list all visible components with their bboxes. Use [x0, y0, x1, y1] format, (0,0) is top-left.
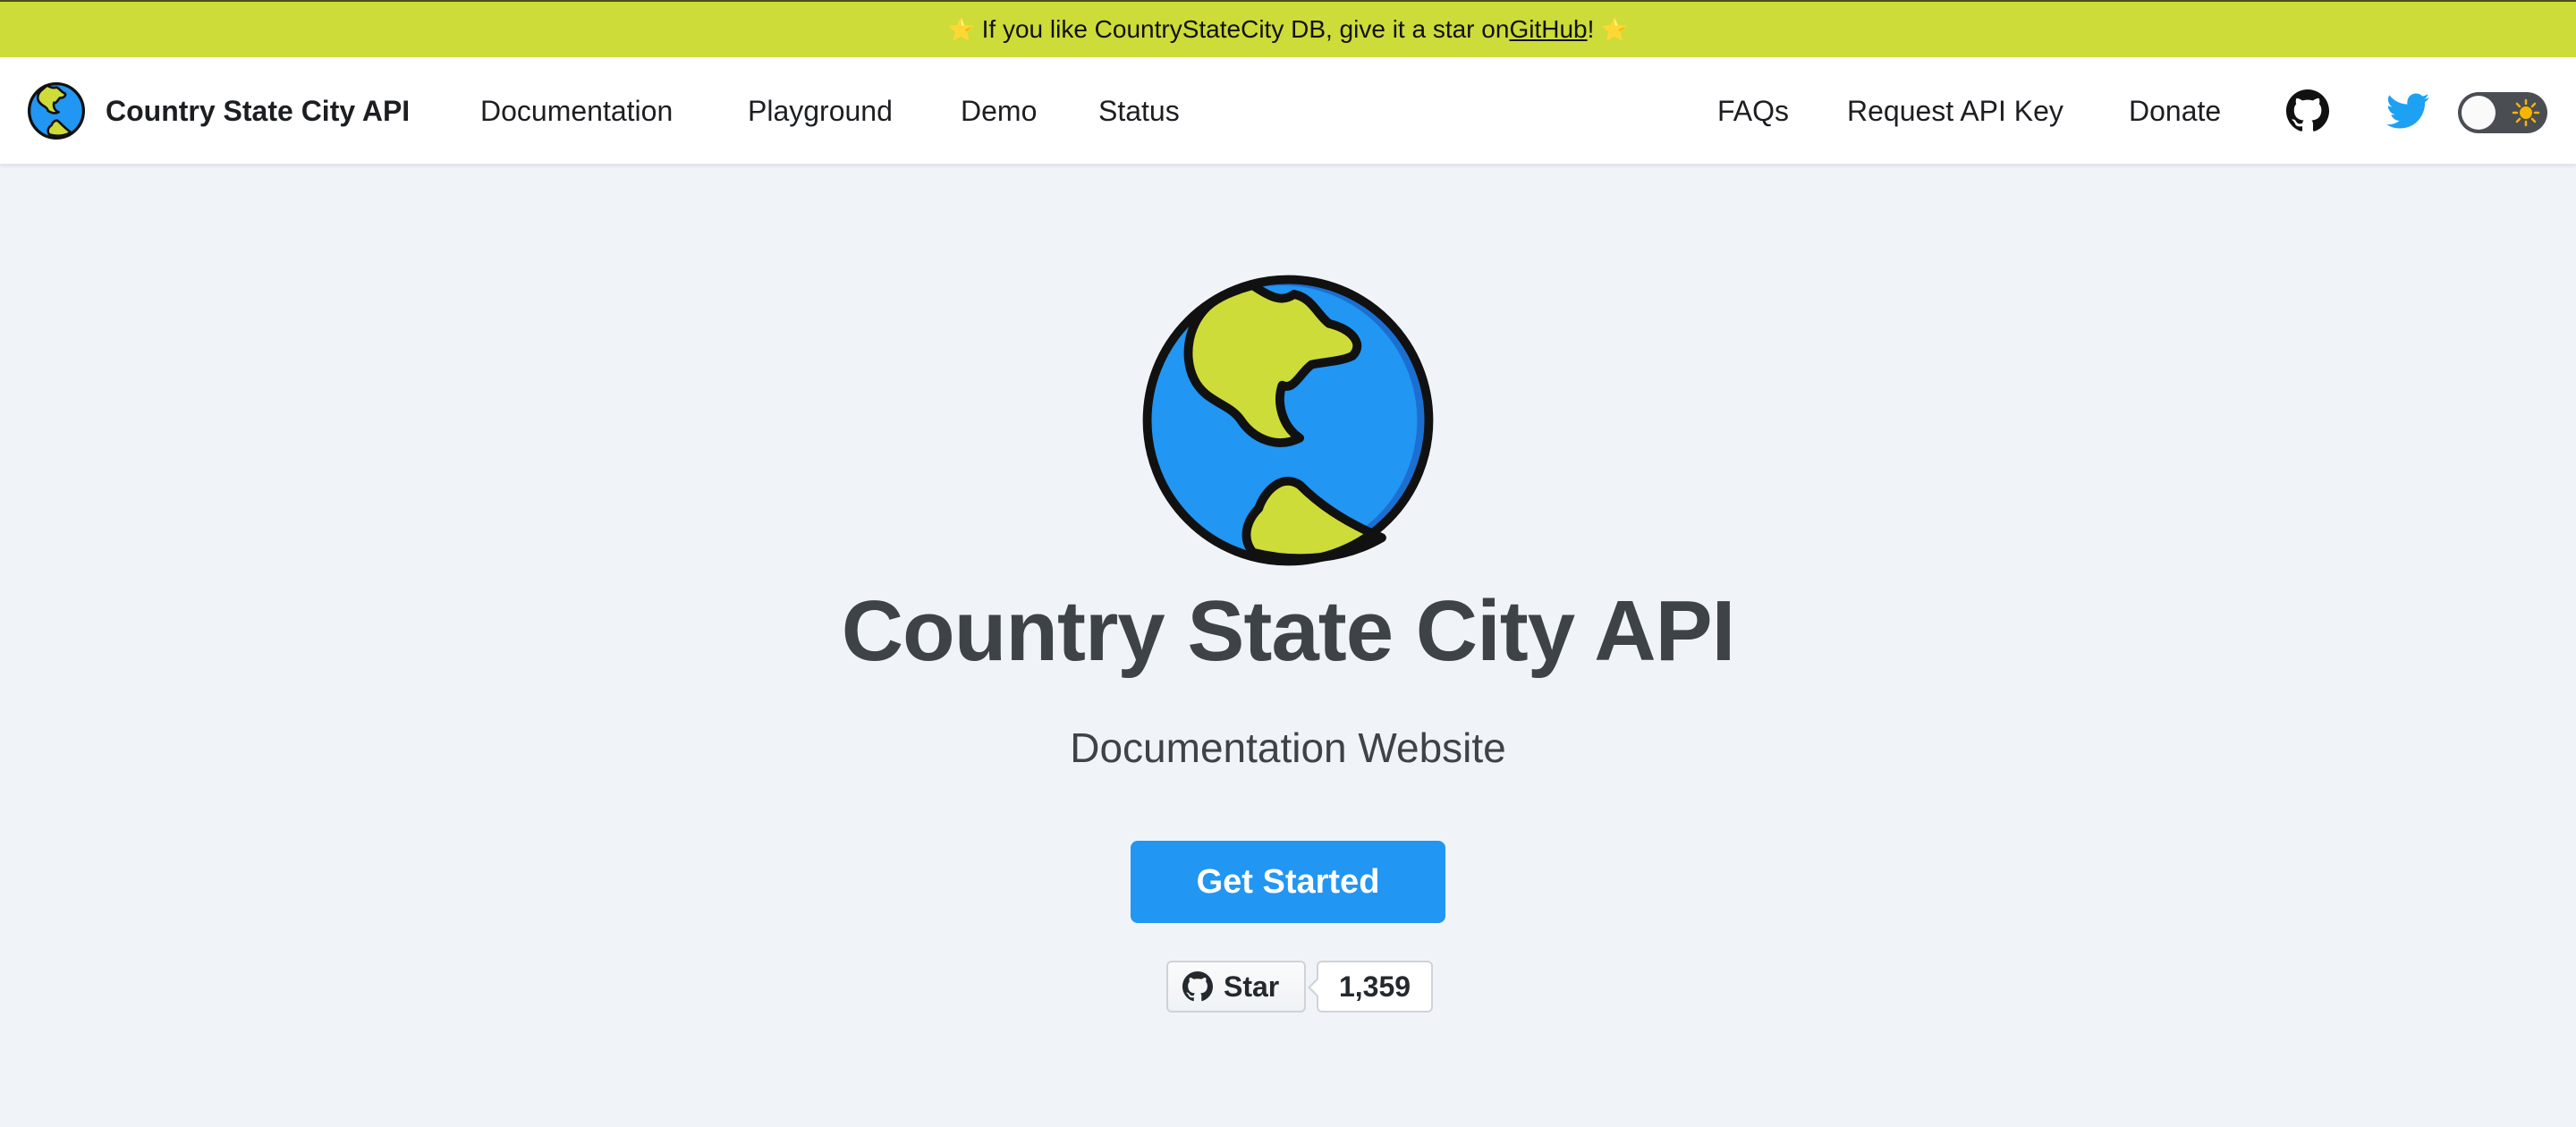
nav-link-donate[interactable]: Donate [2129, 91, 2221, 131]
github-star-button[interactable]: Star [1166, 961, 1306, 1013]
nav-link-faqs[interactable]: FAQs [1717, 91, 1789, 131]
announcement-bar: ⭐ If you like CountryStateCity DB, give … [0, 0, 2576, 57]
github-star-count[interactable]: 1,359 [1308, 961, 1433, 1013]
announcement-github-link[interactable]: GitHub [1509, 15, 1587, 44]
sun-icon [2512, 98, 2540, 127]
star-icon: ⭐ [1601, 17, 1629, 42]
github-icon [2286, 89, 2329, 131]
toggle-knob [2462, 96, 2496, 130]
brand-link[interactable]: Country State City API [27, 79, 410, 143]
nav-link-request-api-key[interactable]: Request API Key [1847, 91, 2063, 131]
announcement-text: If you like CountryStateCity DB, give it… [981, 15, 1510, 43]
nav-link-playground[interactable]: Playground [748, 91, 893, 131]
github-icon [1182, 971, 1213, 1002]
globe-icon [27, 81, 86, 140]
brand-title: Country State City API [106, 94, 411, 127]
star-icon: ⭐ [947, 17, 975, 42]
get-started-button[interactable]: Get Started [1131, 841, 1445, 923]
theme-toggle[interactable] [2458, 92, 2547, 133]
twitter-icon [2386, 93, 2429, 129]
nav-link-status[interactable]: Status [1098, 91, 1180, 131]
github-star-label: Star [1224, 970, 1280, 1003]
github-link[interactable] [2286, 89, 2329, 137]
nav-link-demo[interactable]: Demo [961, 91, 1037, 131]
nav-link-documentation[interactable]: Documentation [480, 91, 673, 131]
hero-globe-icon [1142, 275, 1434, 566]
hero-title: Country State City API [841, 583, 1736, 679]
navbar: Country State City API Documentation Pla… [0, 57, 2576, 165]
hero-subtitle: Documentation Website [1070, 724, 1506, 771]
twitter-link[interactable] [2385, 89, 2430, 137]
announcement-suffix: ! [1587, 15, 1595, 43]
